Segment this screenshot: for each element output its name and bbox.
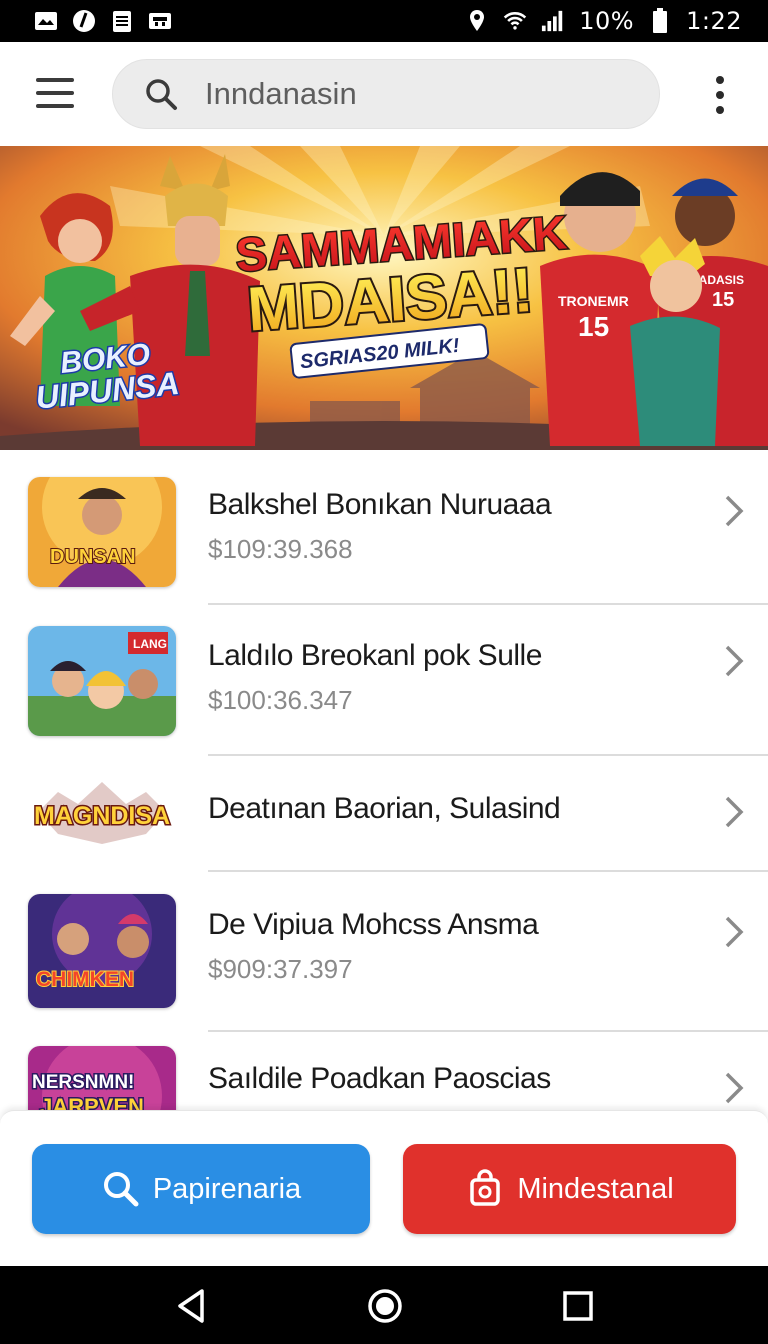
- shopping-bag-icon: [470, 1169, 501, 1206]
- gallery-icon: [34, 9, 58, 33]
- svg-text:JARPVEN: JARPVEN: [40, 1094, 144, 1110]
- status-bar-right: 10% 1:22: [465, 7, 742, 35]
- item-thumbnail: MAGNDISA: [28, 772, 176, 852]
- image-icon: [148, 9, 172, 33]
- battery-percent: 10%: [579, 7, 635, 35]
- search-action-button[interactable]: Papirenaria: [32, 1144, 370, 1234]
- promo-banner[interactable]: TRONEMR 15 CADASIS 15 SAMMAMIAKK MDAISA!…: [0, 146, 768, 450]
- chevron-right-icon: [725, 495, 744, 527]
- jersey-number: 15: [578, 311, 609, 342]
- location-icon: [465, 9, 489, 33]
- search-icon: [146, 79, 177, 110]
- search-icon: [103, 1172, 139, 1207]
- back-icon[interactable]: [172, 1286, 212, 1326]
- chevron-right-icon: [725, 645, 744, 677]
- thumb-text: MAGNDISA: [34, 802, 170, 830]
- clipboard-icon: [110, 9, 134, 33]
- system-nav-bar: [0, 1266, 768, 1344]
- clock: 1:22: [686, 7, 742, 35]
- store-action-button[interactable]: Mindestanal: [403, 1144, 736, 1234]
- item-thumbnail: LANG: [28, 626, 176, 736]
- thumb-text: LANG: [133, 637, 167, 651]
- status-bar-left: [34, 9, 172, 33]
- search-value: Inndanasin: [205, 76, 357, 111]
- item-title: Deatınan Baorian, Sulasind: [208, 792, 561, 825]
- item-title: Laldılo Breokanl pok Sulle: [208, 639, 542, 672]
- search-input[interactable]: Inndanasin: [112, 59, 660, 129]
- app-bar: Inndanasin: [0, 42, 768, 146]
- store-action-label: Mindestanal: [517, 1172, 674, 1205]
- signal-icon: [541, 9, 565, 33]
- menu-icon[interactable]: [36, 78, 74, 108]
- item-thumbnail: DUNSAN: [28, 477, 176, 587]
- thumb-text: CHIMKEN: [36, 968, 134, 991]
- item-price: $100:36.347: [208, 685, 353, 715]
- jersey-text: TRONEMR: [558, 293, 629, 309]
- bottom-action-bar: Papirenaria Mindestanal: [0, 1110, 768, 1266]
- jersey2-number: 15: [712, 289, 734, 311]
- wifi-icon: [503, 9, 527, 33]
- list-item[interactable]: LANG Laldılo Breokanl pok Sulle $100:36.…: [0, 605, 768, 755]
- item-title: De Vipiua Mohcss Ansma: [208, 908, 539, 941]
- item-title: Saıldile Poadkan Paoscias: [208, 1062, 551, 1095]
- recents-icon[interactable]: [558, 1286, 598, 1326]
- status-bar: 10% 1:22: [0, 0, 768, 42]
- data-saver-icon: [72, 9, 96, 33]
- svg-text:NERSNMN!: NERSNMN!: [32, 1072, 134, 1093]
- thumb-text: DUNSAN: [50, 546, 136, 568]
- more-options-icon[interactable]: [708, 76, 732, 114]
- item-price: $909:37.397: [208, 954, 353, 984]
- chevron-right-icon: [725, 796, 744, 828]
- item-thumbnail: NERSNMN! JARPVEN: [28, 1046, 176, 1110]
- battery-icon: [648, 8, 672, 33]
- list-item[interactable]: MAGNDISA Deatınan Baorian, Sulasind: [0, 756, 768, 870]
- search-action-label: Papirenaria: [152, 1172, 302, 1205]
- item-price: $109:39.368: [208, 534, 353, 564]
- list-item[interactable]: NERSNMN! JARPVEN Saıldile Poadkan Paosci…: [0, 1032, 768, 1110]
- item-title: Balkshel Bonıkan Nuruaaa: [208, 488, 552, 521]
- chevron-right-icon: [725, 1072, 744, 1104]
- home-icon[interactable]: [365, 1286, 405, 1326]
- chevron-right-icon: [725, 916, 744, 948]
- list-item[interactable]: CHIMKEN De Vipiua Mohcss Ansma $909:37.3…: [0, 872, 768, 1030]
- item-thumbnail: CHIMKEN: [28, 894, 176, 1008]
- list-item[interactable]: DUNSAN Balkshel Bonıkan Nuruaaa $109:39.…: [0, 450, 768, 604]
